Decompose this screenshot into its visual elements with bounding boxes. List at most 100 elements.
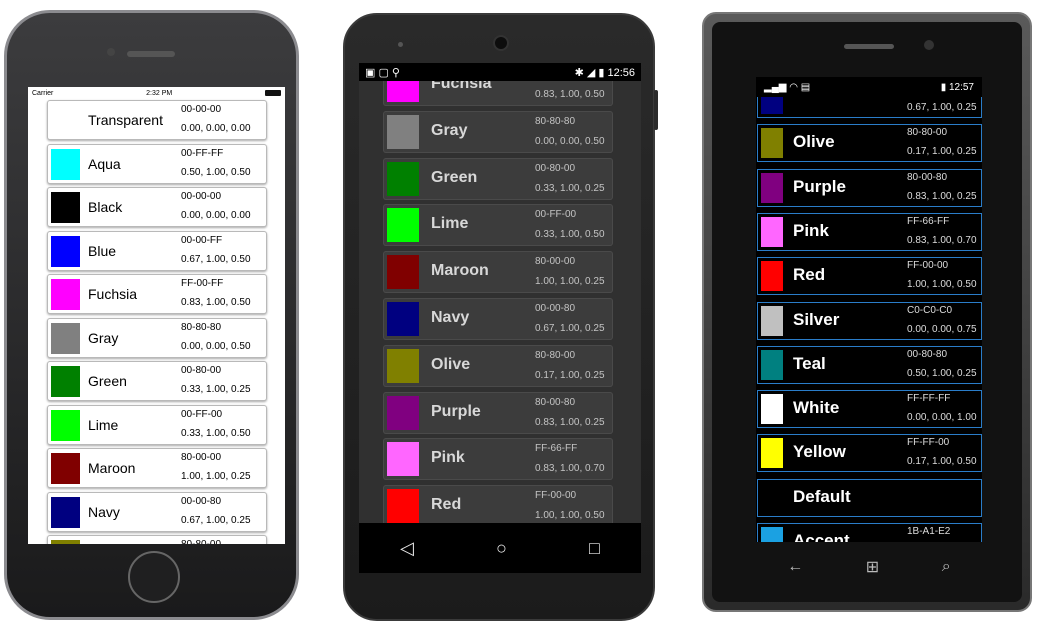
windows-phone-device: ▂▄▆ ◠ ▤ ▮ 12:57 0.67, 1.00, 0.25 Olive 80-… <box>702 12 1032 612</box>
color-name: Olive <box>431 355 471 373</box>
color-swatch <box>387 81 419 102</box>
wp-color-list[interactable]: 0.67, 1.00, 0.25 Olive 80-80-00 0.17, 1.00,… <box>756 97 982 542</box>
color-swatch <box>51 279 80 310</box>
color-name: Lime <box>431 215 469 233</box>
hex-value: 00-00-FF <box>181 234 223 246</box>
color-name: Purple <box>431 402 481 420</box>
hsl-value: 0.00, 0.00, 0.00 <box>181 123 251 134</box>
color-list-item[interactable]: Pink FF-66-FF 0.83, 1.00, 0.70 <box>757 212 982 251</box>
color-list-item[interactable]: Navy 00-00-80 0.67, 1.00, 0.25 <box>383 298 613 340</box>
color-list-item[interactable]: Olive 80-80-00 0.17, 1.00, 0.25 <box>383 344 613 387</box>
home-icon[interactable]: ○ <box>496 538 507 559</box>
color-swatch <box>51 496 80 528</box>
color-list-item[interactable]: 0.67, 1.00, 0.25 <box>757 97 982 118</box>
hex-value: 80-00-80 <box>535 396 576 408</box>
front-camera <box>493 35 509 51</box>
hsl-value: 0.50, 1.00, 0.50 <box>181 166 251 178</box>
hex-value: 80-80-00 <box>535 349 576 361</box>
color-list-item[interactable]: Lime 00-FF-00 0.33, 1.00, 0.50 <box>47 404 267 445</box>
hex-value: 1B-A1-E2 <box>907 526 951 537</box>
hsl-value: 0.83, 1.00, 0.25 <box>535 416 605 428</box>
color-list-item[interactable]: Teal 00-80-80 0.50, 1.00, 0.25 <box>757 345 982 384</box>
color-swatch <box>51 540 80 544</box>
color-name: Olive <box>793 132 835 152</box>
color-name: Gray <box>431 121 468 139</box>
windows-start-icon[interactable]: ⊞ <box>866 557 879 577</box>
color-swatch <box>387 208 419 243</box>
color-list-item[interactable]: White FF-FF-FF 0.00, 0.00, 1.00 <box>757 390 982 429</box>
search-icon[interactable]: ⌕ <box>942 558 951 576</box>
hex-value: 00-FF-00 <box>535 209 577 221</box>
hsl-value: 0.83, 1.00, 0.70 <box>535 463 605 475</box>
ios-screen: Carrier 2:32 PM Transparent 00-00-00 0.00,… <box>28 87 285 544</box>
color-swatch <box>761 527 783 542</box>
android-color-list[interactable]: Fuchsia 0.83, 1.00, 0.50 Gray 80-80-80 0.00,… <box>359 81 641 523</box>
color-list-item[interactable]: Purple 80-00-80 0.83, 1.00, 0.25 <box>383 391 613 434</box>
color-list-item[interactable]: Maroon 80-00-00 1.00, 1.00, 0.25 <box>383 251 613 294</box>
color-swatch <box>387 161 419 196</box>
color-list-item[interactable]: Accent1B-A1-E20.55, 0.79, 0.50 <box>757 523 982 542</box>
color-name: Red <box>431 496 462 514</box>
hsl-value: 0.83, 1.00, 0.50 <box>181 297 251 308</box>
hex-value: FF-FF-FF <box>907 393 951 405</box>
color-list-item[interactable]: Transparent 00-00-00 0.00, 0.00, 0.00 <box>47 100 267 140</box>
color-swatch <box>387 348 419 383</box>
color-list-item[interactable]: Gray 80-80-80 0.00, 0.00, 0.50 <box>383 110 613 153</box>
color-list-item[interactable]: Olive 80-80-00 0.17, 1.00, 0.25 <box>757 124 982 163</box>
status-right: ✱ ◢ ▮ 12:56 <box>574 66 635 79</box>
hex-value: 80-80-80 <box>535 115 576 127</box>
color-list-item[interactable]: Red FF-00-00 1.00, 1.00, 0.50 <box>757 257 982 296</box>
android-device: ▣ ▢ ⚲ ✱ ◢ ▮ 12:56 Fuchsia 0.83, 1.00, 0.5… <box>343 13 658 621</box>
color-list-item[interactable]: Green 00-80-00 0.33, 1.00, 0.25 <box>383 157 613 200</box>
hex-value: 00-00-00 <box>181 191 222 202</box>
color-list-item[interactable]: Aqua 00-FF-FF 0.50, 1.00, 0.50 <box>47 143 267 184</box>
hex-value: FF-00-00 <box>907 260 949 272</box>
notification-icons: ▣ ▢ ⚲ <box>365 66 400 79</box>
color-swatch <box>387 114 419 149</box>
color-list-item[interactable]: Blue 00-00-FF 0.67, 1.00, 0.50 <box>47 230 267 271</box>
color-list-item[interactable]: Yellow FF-FF-00 0.17, 1.00, 0.50 <box>757 434 982 473</box>
color-name: Aqua <box>88 155 121 172</box>
color-swatch <box>51 366 80 397</box>
hex-value: FF-66-FF <box>535 443 578 455</box>
color-list-item[interactable]: Green 00-80-00 0.33, 1.00, 0.25 <box>47 361 267 401</box>
color-list-item[interactable]: Fuchsia FF-00-FF 0.83, 1.00, 0.50 <box>47 274 267 314</box>
volume-button[interactable] <box>654 90 658 130</box>
color-swatch <box>51 105 80 136</box>
back-icon[interactable]: ← <box>787 558 803 576</box>
home-button[interactable] <box>128 551 180 603</box>
hex-value: 00-FF-FF <box>181 147 224 159</box>
color-swatch <box>387 255 419 290</box>
color-name: White <box>793 398 840 418</box>
hsl-value: 1.00, 1.00, 0.25 <box>181 471 251 482</box>
hex-value: 80-00-80 <box>907 171 948 183</box>
color-swatch <box>761 483 783 513</box>
color-list-item[interactable]: Black 00-00-00 0.00, 0.00, 0.00 <box>47 187 267 227</box>
color-name: Black <box>88 199 123 215</box>
color-list-item[interactable]: Default <box>757 478 982 517</box>
color-list-item[interactable]: Maroon 80-00-00 1.00, 1.00, 0.25 <box>47 448 267 488</box>
color-name: Green <box>431 168 478 186</box>
back-icon[interactable]: ◁ <box>400 538 414 559</box>
color-list-item[interactable]: Navy 00-00-80 0.67, 1.00, 0.25 <box>47 491 267 532</box>
color-list-item[interactable]: Purple 80-00-80 0.83, 1.00, 0.25 <box>757 168 982 207</box>
hsl-value: 0.50, 1.00, 0.25 <box>907 367 977 379</box>
color-list-item[interactable]: Red FF-00-00 1.00, 1.00, 0.50 <box>383 485 613 523</box>
color-list-item[interactable]: Gray 80-80-80 0.00, 0.00, 0.50 <box>47 317 267 358</box>
hsl-value: 0.33, 1.00, 0.25 <box>535 182 605 194</box>
color-list-item[interactable]: Lime 00-FF-00 0.33, 1.00, 0.50 <box>383 204 613 247</box>
color-list-item[interactable]: Fuchsia 0.83, 1.00, 0.50 <box>383 81 613 106</box>
hsl-value: 0.00, 0.00, 1.00 <box>907 412 977 424</box>
color-swatch <box>51 409 80 441</box>
earpiece-speaker <box>844 44 894 49</box>
color-list-item[interactable]: Silver C0-C0-C0 0.00, 0.00, 0.75 <box>757 301 982 340</box>
status-time: 12:57 <box>948 81 974 93</box>
hex-value: 80-80-80 <box>181 321 222 333</box>
color-list-item[interactable]: 80-80-00 <box>47 535 267 544</box>
recents-icon[interactable]: □ <box>589 538 600 559</box>
color-name: Blue <box>88 242 117 259</box>
color-list-item[interactable]: Pink FF-66-FF 0.83, 1.00, 0.70 <box>383 438 613 481</box>
hex-value: FF-00-00 <box>535 490 577 502</box>
hsl-value: 0.17, 1.00, 0.50 <box>907 456 977 468</box>
hsl-value: 0.00, 0.00, 0.50 <box>535 135 605 147</box>
